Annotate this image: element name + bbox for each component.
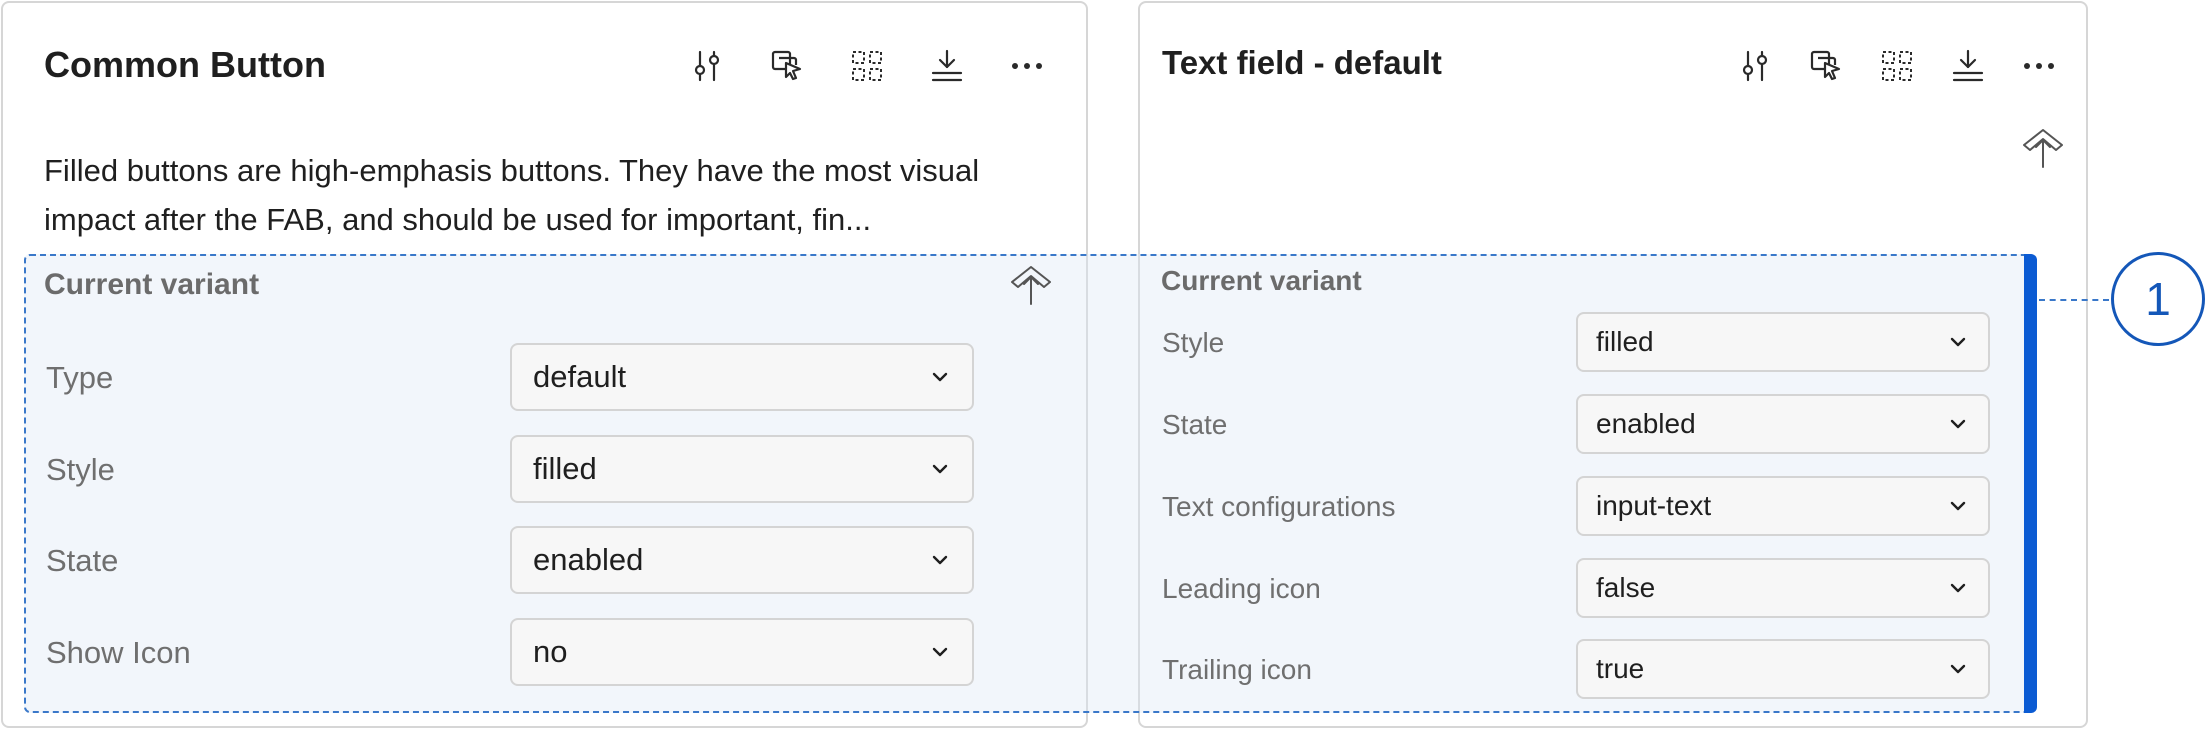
callout-connector [2039,299,2109,301]
show-icon-select[interactable]: no [510,618,974,686]
cursor-copy-icon[interactable] [767,44,807,88]
property-label: Style [1162,327,1225,358]
select-value: enabled [1596,408,1696,439]
chevron-down-icon [1950,337,1966,347]
chevron-down-icon [932,464,948,474]
property-label: Leading icon [1162,573,1321,604]
dashed-grid-icon[interactable] [1878,44,1916,88]
select-value: input-text [1596,490,1712,521]
property-label: Text configurations [1162,491,1396,522]
select-value: filled [1596,326,1654,357]
select-value: false [1596,572,1656,603]
card-title: Common Button [44,44,326,85]
download-icon[interactable] [927,44,967,88]
select-value: default [533,359,627,394]
style-select[interactable]: filled [1576,312,1990,372]
card-description: Filled buttons are high-emphasis buttons… [44,153,980,237]
sliders-icon[interactable] [687,44,727,88]
more-icon[interactable] [1007,44,1047,88]
dashed-grid-icon[interactable] [847,44,887,88]
leading-icon-select[interactable]: false [1576,558,1990,618]
state-select[interactable]: enabled [510,526,974,594]
text-configurations-select[interactable]: input-text [1576,476,1990,536]
select-value: filled [533,451,597,486]
section-title: Current variant [1161,265,1362,296]
property-label: State [46,543,119,578]
selection-accent-bar [2024,254,2037,713]
chevron-down-icon [1950,419,1966,429]
property-label: State [1162,409,1228,440]
card-title: Text field - default [1162,44,1442,81]
sliders-icon[interactable] [1736,44,1774,88]
upload-icon[interactable] [1010,264,1052,311]
trailing-icon-select[interactable]: true [1576,639,1990,699]
download-icon[interactable] [1949,44,1987,88]
callout-number-badge: 1 [2111,252,2205,346]
property-label: Style [46,452,115,487]
more-icon[interactable] [2020,44,2058,88]
property-label: Type [46,360,114,395]
chevron-down-icon [1950,583,1966,593]
chevron-down-icon [1950,664,1966,674]
chevron-down-icon [932,555,948,565]
style-select[interactable]: filled [510,435,974,503]
property-label: Trailing icon [1162,654,1312,685]
property-label: Show Icon [46,635,191,670]
section-title: Current variant [44,268,260,301]
chevron-down-icon [1950,501,1966,511]
state-select[interactable]: enabled [1576,394,1990,454]
chevron-down-icon [932,372,948,382]
select-value: enabled [533,542,644,577]
select-value: no [533,634,568,669]
card-toolbar [687,44,1047,88]
card-toolbar [1736,44,2058,88]
cursor-copy-icon[interactable] [1807,44,1845,88]
select-value: true [1596,653,1645,684]
upload-icon[interactable] [2022,127,2064,174]
type-select[interactable]: default [510,343,974,411]
chevron-down-icon [932,647,948,657]
